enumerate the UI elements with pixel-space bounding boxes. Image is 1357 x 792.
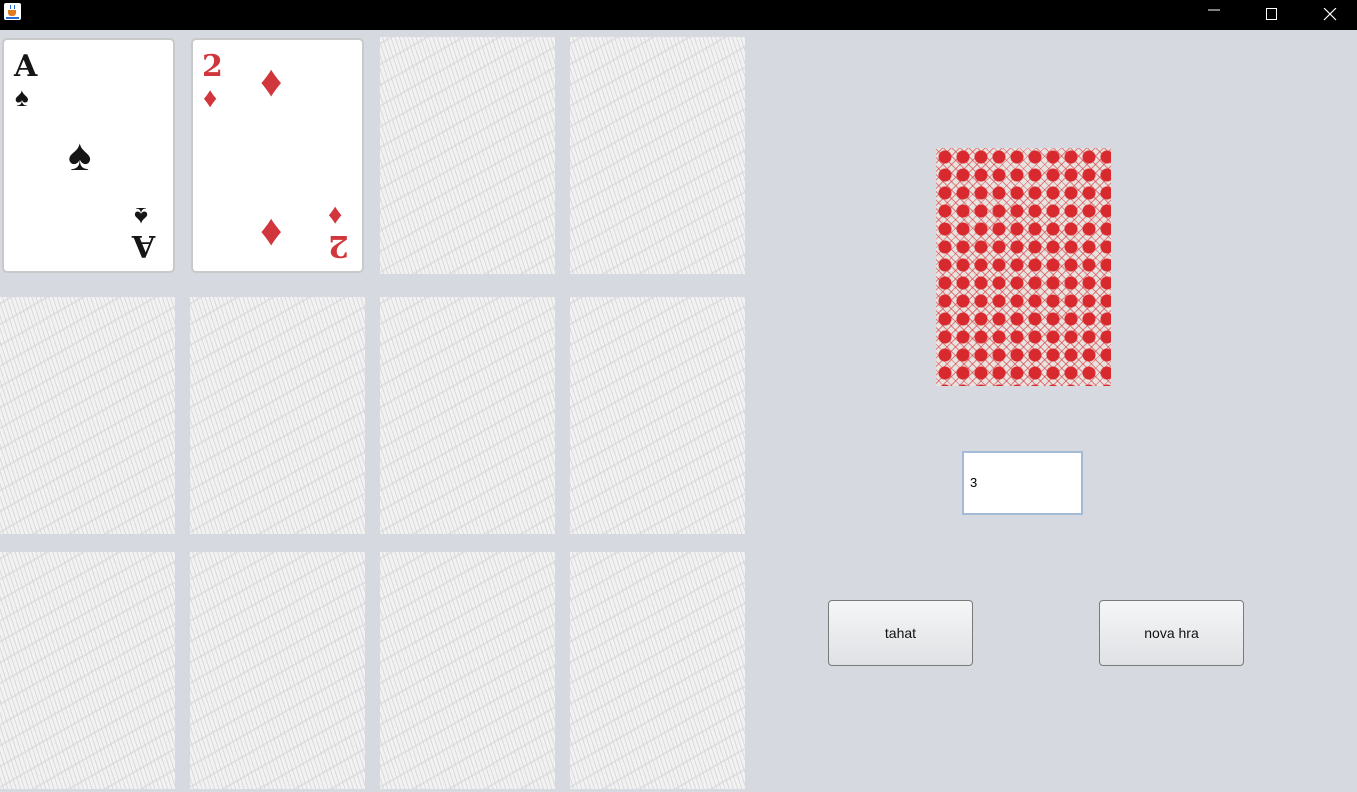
- spade-icon: ♠: [15, 82, 29, 112]
- maximize-button[interactable]: [1244, 0, 1302, 30]
- card-slot-2[interactable]: 2 ♦ ♦ ♦ ♦ 2: [191, 38, 366, 275]
- card-slot-6-face-down[interactable]: [190, 297, 365, 534]
- card-slot-5-face-down[interactable]: [0, 297, 175, 534]
- title-bar: [0, 0, 1357, 30]
- new-game-button[interactable]: nova hra: [1099, 600, 1244, 666]
- close-icon: [1323, 8, 1337, 21]
- card-slot-4-face-down[interactable]: [570, 37, 745, 274]
- spade-icon: ♠: [68, 131, 92, 180]
- maximize-icon: [1266, 8, 1277, 20]
- card-rank: 2: [202, 49, 223, 84]
- card-rank: 2: [328, 228, 349, 263]
- diamond-icon: ♦: [203, 82, 218, 113]
- minimize-icon: [1208, 9, 1220, 11]
- card-slot-10-face-down[interactable]: [190, 552, 365, 789]
- card-rank: A: [132, 228, 156, 263]
- card-slot-8-face-down[interactable]: [570, 297, 745, 534]
- diamond-icon: ♦: [260, 57, 283, 106]
- card-slot-9-face-down[interactable]: [0, 552, 175, 789]
- card-rank: A: [14, 49, 38, 84]
- draw-button[interactable]: tahat: [828, 600, 973, 666]
- minimize-button[interactable]: [1186, 0, 1244, 30]
- spade-icon: ♠: [134, 202, 148, 232]
- card-slot-1[interactable]: A ♠ ♠ ♠ A: [2, 38, 177, 275]
- close-button[interactable]: [1302, 0, 1357, 30]
- card-ace-of-spades[interactable]: A ♠ ♠ ♠ A: [2, 38, 175, 273]
- card-slot-11-face-down[interactable]: [380, 552, 555, 789]
- draw-deck[interactable]: [936, 148, 1111, 386]
- java-coffee-cup-icon[interactable]: [4, 3, 21, 20]
- card-two-of-diamonds[interactable]: 2 ♦ ♦ ♦ ♦ 2: [191, 38, 364, 273]
- card-slot-3-face-down[interactable]: [380, 37, 555, 274]
- count-field[interactable]: 3: [962, 451, 1083, 515]
- card-slot-7-face-down[interactable]: [380, 297, 555, 534]
- diamond-icon: ♦: [260, 206, 283, 255]
- diamond-icon: ♦: [328, 201, 343, 232]
- card-slot-12-face-down[interactable]: [570, 552, 745, 789]
